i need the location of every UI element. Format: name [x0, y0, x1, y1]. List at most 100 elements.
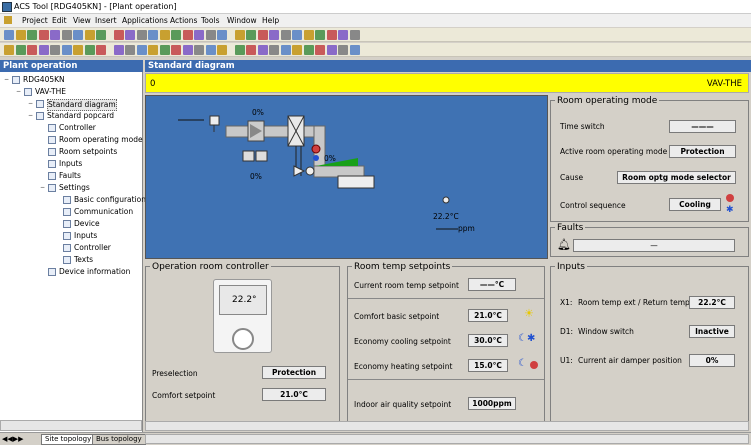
toolbar-button-icon[interactable] [257, 30, 268, 40]
tree-item[interactable]: VAV-THE [35, 87, 66, 97]
eco-heating-value[interactable]: 15.0°C [468, 359, 508, 372]
toolbar-button-icon[interactable] [84, 45, 95, 55]
tree-item[interactable]: Controller [59, 123, 96, 133]
toolbar-button-icon[interactable] [217, 30, 227, 40]
toolbar-button-icon[interactable] [61, 45, 72, 55]
toolbar-button-icon[interactable] [73, 30, 83, 40]
toolbar-button-icon[interactable] [38, 45, 49, 55]
tree-item[interactable]: Standard popcard [47, 111, 114, 121]
toolbar-button-icon[interactable] [136, 30, 147, 40]
toolbar-button-icon[interactable] [182, 45, 193, 55]
toolbar-button-icon[interactable] [292, 30, 302, 40]
toolbar-button-icon[interactable] [61, 30, 72, 40]
horizontal-scrollbar[interactable] [0, 420, 142, 431]
toolbar-button-icon[interactable] [113, 30, 124, 40]
toolbar-button-icon[interactable] [246, 30, 256, 40]
tree-item[interactable]: Room setpoints [59, 147, 117, 157]
toolbar-button-icon[interactable] [315, 30, 325, 40]
toolbar-button-icon[interactable] [234, 30, 245, 40]
toolbar-button-icon[interactable] [246, 45, 256, 55]
toolbar-button-icon[interactable] [148, 45, 158, 55]
tree-item[interactable]: Room operating mode [59, 135, 143, 145]
toolbar-button-icon[interactable] [326, 45, 337, 55]
toolbar-button-icon[interactable] [205, 30, 216, 40]
toolbar-button-icon[interactable] [280, 30, 291, 40]
tree-item[interactable]: Device information [59, 267, 130, 277]
menu-project[interactable]: Project [22, 16, 48, 25]
eco-cooling-value[interactable]: 30.0°C [468, 334, 508, 347]
toolbar-button-icon[interactable] [125, 30, 135, 40]
menu-window[interactable]: Window [227, 16, 257, 25]
toolbar-button-icon[interactable] [4, 45, 14, 55]
status-scrollbar[interactable] [145, 434, 749, 444]
iaq-setpoint-value[interactable]: 1000ppm [468, 397, 516, 410]
toolbar-button-icon[interactable] [96, 45, 106, 55]
tree-item[interactable]: Faults [59, 171, 81, 181]
toolbar-button-icon[interactable] [349, 45, 360, 55]
comfort-setpoint-value[interactable]: 21.0°C [262, 388, 326, 401]
tree-item[interactable]: Standard diagram [47, 99, 117, 111]
toolbar-button-icon[interactable] [269, 30, 279, 40]
toolbar-button-icon[interactable] [257, 45, 268, 55]
toolbar-button-icon[interactable] [303, 30, 314, 40]
tree-item[interactable]: Device [74, 219, 100, 229]
menu-actions[interactable]: Actions [170, 16, 197, 25]
tree-expander-icon[interactable]: − [16, 89, 22, 95]
toolbar-button-icon[interactable] [303, 45, 314, 55]
menu-view[interactable]: View [73, 16, 91, 25]
toolbar-button-icon[interactable] [194, 30, 204, 40]
tree-item[interactable]: Settings [59, 183, 90, 193]
toolbar-button-icon[interactable] [15, 45, 26, 55]
toolbar-button-icon[interactable] [50, 45, 60, 55]
toolbar-button-icon[interactable] [171, 45, 181, 55]
menu-tools[interactable]: Tools [201, 16, 219, 25]
toolbar-button-icon[interactable] [159, 45, 170, 55]
tree-expander-icon[interactable]: − [28, 101, 34, 107]
toolbar-button-icon[interactable] [113, 45, 124, 55]
toolbar-button-icon[interactable] [148, 30, 158, 40]
tree-item[interactable]: Texts [74, 255, 93, 265]
tree-item[interactable]: Basic configuration [74, 195, 146, 205]
toolbar-button-icon[interactable] [125, 45, 135, 55]
toolbar-button-icon[interactable] [217, 45, 227, 55]
tree-expander-icon[interactable]: − [40, 185, 46, 191]
toolbar-button-icon[interactable] [194, 45, 204, 55]
thermostat-knob[interactable] [232, 328, 254, 350]
menu-insert[interactable]: Insert [95, 16, 117, 25]
tab-site-topology[interactable]: Site topology [41, 434, 96, 445]
toolbar-button-icon[interactable] [234, 45, 245, 55]
toolbar-button-icon[interactable] [159, 30, 170, 40]
toolbar-button-icon[interactable] [171, 30, 181, 40]
toolbar-button-icon[interactable] [4, 30, 14, 40]
toolbar-button-icon[interactable] [315, 45, 325, 55]
toolbar-button-icon[interactable] [96, 30, 106, 40]
menu-help[interactable]: Help [262, 16, 279, 25]
tree-item[interactable]: Inputs [59, 159, 82, 169]
toolbar-button-icon[interactable] [280, 45, 291, 55]
toolbar-button-icon[interactable] [50, 30, 60, 40]
toolbar-button-icon[interactable] [73, 45, 83, 55]
toolbar-button-icon[interactable] [205, 45, 216, 55]
toolbar-button-icon[interactable] [338, 45, 348, 55]
tree-expander-icon[interactable]: − [4, 77, 10, 83]
toolbar-button-icon[interactable] [349, 30, 360, 40]
toolbar-button-icon[interactable] [38, 30, 49, 40]
preselection-value[interactable]: Protection [262, 366, 326, 379]
toolbar-button-icon[interactable] [27, 30, 37, 40]
toolbar-button-icon[interactable] [15, 30, 26, 40]
toolbar-button-icon[interactable] [269, 45, 279, 55]
toolbar-button-icon[interactable] [182, 30, 193, 40]
toolbar-button-icon[interactable] [292, 45, 302, 55]
tab-bus-topology[interactable]: Bus topology [92, 434, 146, 445]
tree-item[interactable]: Communication [74, 207, 133, 217]
tree-expander-icon[interactable]: − [28, 113, 34, 119]
toolbar-button-icon[interactable] [27, 45, 37, 55]
toolbar-button-icon[interactable] [326, 30, 337, 40]
menu-applications[interactable]: Applications [122, 16, 168, 25]
nav-arrows[interactable]: ◀◀▶▶ [2, 435, 24, 443]
comfort-basic-value[interactable]: 21.0°C [468, 309, 508, 322]
tree-item[interactable]: RDG405KN [23, 75, 65, 85]
toolbar-button-icon[interactable] [338, 30, 348, 40]
tree-item[interactable]: Inputs [74, 231, 97, 241]
toolbar-button-icon[interactable] [136, 45, 147, 55]
